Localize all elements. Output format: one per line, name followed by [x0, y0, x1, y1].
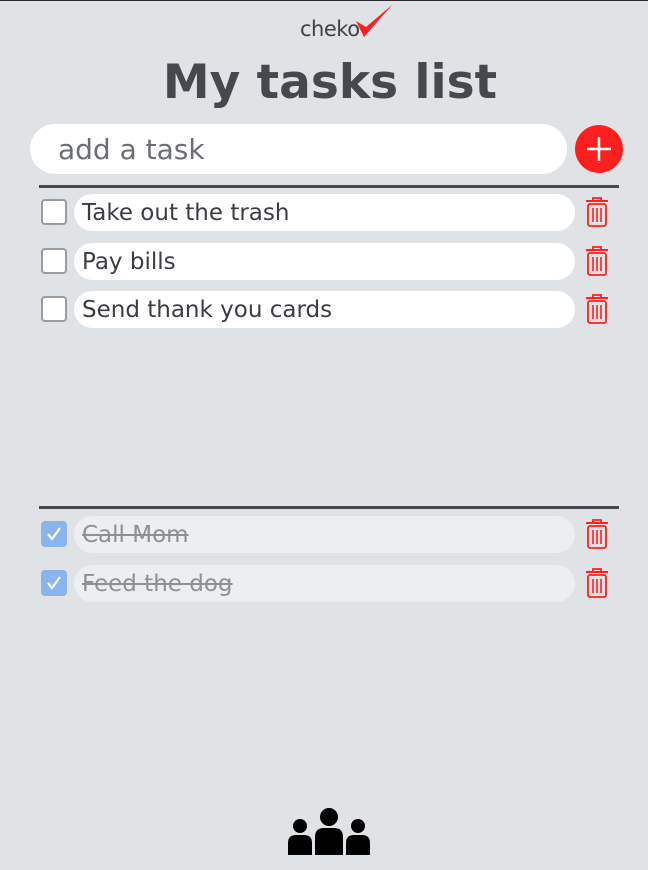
task-item-completed[interactable]: Feed the dog	[74, 565, 575, 602]
task-checkbox-checked[interactable]	[41, 521, 67, 547]
trash-icon[interactable]	[584, 245, 610, 277]
task-row: Pay bills	[39, 243, 619, 281]
add-task-input[interactable]	[30, 124, 567, 174]
task-checkbox-checked[interactable]	[41, 570, 67, 596]
task-checkbox[interactable]	[41, 248, 67, 274]
completed-divider	[39, 506, 619, 509]
users-icon[interactable]	[288, 807, 370, 855]
trash-icon[interactable]	[584, 196, 610, 228]
app-logo: cheko	[300, 3, 400, 43]
task-label: Call Mom	[82, 522, 189, 548]
task-row: Send thank you cards	[39, 291, 619, 329]
check-icon	[47, 576, 61, 590]
task-checkbox[interactable]	[41, 199, 67, 225]
trash-icon[interactable]	[584, 293, 610, 325]
pending-divider	[39, 185, 619, 188]
task-row: Take out the trash	[39, 194, 619, 232]
task-item[interactable]: Take out the trash	[74, 194, 575, 231]
task-row: Feed the dog	[39, 565, 619, 603]
task-label: Take out the trash	[82, 200, 290, 226]
check-icon	[47, 527, 61, 541]
trash-icon[interactable]	[584, 567, 610, 599]
task-item[interactable]: Send thank you cards	[74, 291, 575, 328]
task-checkbox[interactable]	[41, 296, 67, 322]
add-task-button[interactable]	[575, 125, 623, 173]
checkmark-icon	[356, 5, 392, 37]
task-row: Call Mom	[39, 516, 619, 554]
task-item[interactable]: Pay bills	[74, 243, 575, 280]
task-label: Feed the dog	[82, 571, 233, 597]
page-title: My tasks list	[162, 55, 498, 110]
task-label: Pay bills	[82, 249, 176, 275]
task-label: Send thank you cards	[82, 297, 333, 323]
trash-icon[interactable]	[584, 518, 610, 550]
task-item-completed[interactable]: Call Mom	[74, 516, 575, 553]
plus-icon	[587, 137, 611, 161]
